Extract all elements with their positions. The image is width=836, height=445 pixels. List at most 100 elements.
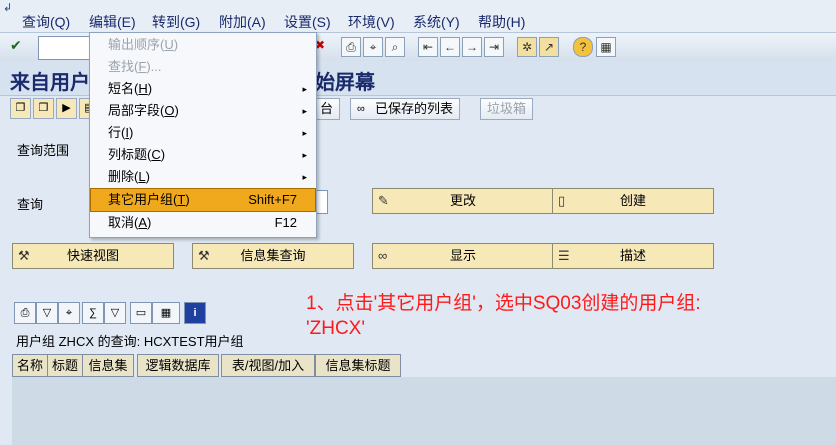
- saved-lists-label: 已保存的列表: [375, 101, 454, 116]
- submenu-arrow-icon: ▸: [302, 172, 307, 182]
- column-logical-db[interactable]: 逻辑数据库: [137, 354, 219, 377]
- menu-item-key: C: [151, 147, 161, 162]
- filter-set-icon[interactable]: ▽: [104, 302, 126, 324]
- menu-environment[interactable]: 环境(V): [348, 12, 395, 32]
- menu-help[interactable]: 帮助(H): [478, 12, 525, 32]
- menu-item-shortcut: F12: [274, 215, 297, 230]
- group-queries-text: 用户组 ZHCX 的查询: HCXTEST用户组: [16, 334, 244, 349]
- column-table-view-join[interactable]: 表/视图/加入: [221, 354, 315, 377]
- submenu-arrow-icon: ▸: [302, 106, 307, 116]
- find-icon[interactable]: ⌖: [363, 37, 383, 57]
- annotation-line-1: 1、点击'其它用户组'，选中SQ03创建的用户组:: [306, 293, 701, 314]
- menu-item-key: H: [138, 81, 148, 96]
- menu-item-label: 其它用户组: [108, 192, 174, 207]
- menu-goto[interactable]: 转到(G): [152, 12, 200, 32]
- enter-icon[interactable]: ✔: [10, 37, 22, 54]
- query-label: 查询: [17, 197, 44, 212]
- glasses-icon: ∞: [357, 103, 365, 115]
- menu-item-key: T: [177, 192, 186, 207]
- menu-extras[interactable]: 附加(A): [219, 12, 266, 32]
- background-button[interactable]: 台: [314, 98, 341, 120]
- menu-item-label: 取消: [108, 215, 135, 230]
- column-infoset-title[interactable]: 信息集标题: [315, 354, 401, 377]
- saved-lists-button[interactable]: ∞ 已保存的列表: [350, 98, 461, 120]
- display-label: 显示: [449, 248, 476, 263]
- menu-item-row[interactable]: 行(I) ▸: [91, 122, 315, 144]
- view-icon[interactable]: ▭: [130, 302, 152, 324]
- column-name[interactable]: 名称: [12, 354, 48, 377]
- describe-label: 描述: [619, 248, 646, 263]
- command-field[interactable]: [38, 36, 94, 60]
- menu-item-find: 查找(F)...: [108, 59, 162, 74]
- help-icon[interactable]: ?: [573, 37, 593, 57]
- filter-icon[interactable]: ▽: [36, 302, 58, 324]
- sum-icon[interactable]: ∑: [82, 302, 104, 324]
- describe-button[interactable]: ☰ 描述: [552, 243, 714, 269]
- create-button[interactable]: ▯ 创建: [552, 188, 714, 214]
- menu-item-label: 输出顺序: [108, 37, 161, 52]
- shortcut-icon[interactable]: ↗: [539, 37, 559, 57]
- menu-query[interactable]: 查询(Q): [22, 12, 70, 32]
- window-icon[interactable]: ↲: [3, 1, 12, 14]
- quick-view-button[interactable]: ⚒ 快速视图: [12, 243, 174, 269]
- menu-item-label: 短名: [108, 81, 135, 96]
- next-page-icon[interactable]: →: [462, 37, 482, 57]
- menu-bar: ↲ 查询(Q) 编辑(E) 转到(G) 附加(A) 设置(S) 环境(V) 系统…: [0, 0, 836, 32]
- menu-item-label: 查找: [108, 59, 135, 74]
- prev-page-icon[interactable]: ←: [440, 37, 460, 57]
- list-toolbar: ⎙ ▽ ⌖ ∑ ▽ ▭ ▦ i: [12, 302, 262, 324]
- menu-item-key: A: [138, 215, 148, 230]
- menu-item-key: L: [138, 169, 146, 184]
- menu-item-other-user-group[interactable]: 其它用户组(T) Shift+F7: [90, 188, 316, 212]
- info-icon[interactable]: i: [184, 302, 206, 324]
- find-icon[interactable]: ⌖: [58, 302, 80, 324]
- last-page-icon[interactable]: ⇥: [484, 37, 504, 57]
- menu-edit[interactable]: 编辑(E): [89, 12, 136, 32]
- column-title[interactable]: 标题: [47, 354, 83, 377]
- infoset-query-button[interactable]: ⚒ 信息集查询: [192, 243, 354, 269]
- menu-item-label: 局部字段: [108, 103, 161, 118]
- menu-item-label: 删除: [108, 169, 135, 184]
- menu-system[interactable]: 系统(Y): [413, 12, 460, 32]
- layout-icon[interactable]: ▦: [152, 302, 180, 324]
- find-next-icon[interactable]: ⌕: [385, 37, 405, 57]
- menu-settings[interactable]: 设置(S): [284, 12, 331, 32]
- menu-item-output-order: 输出顺序(U): [108, 37, 179, 52]
- change-label: 更改: [449, 193, 476, 208]
- copy-icon[interactable]: ❒: [33, 98, 54, 119]
- page-title-suffix: 始屏幕: [315, 72, 375, 94]
- print-icon[interactable]: ⎙: [14, 302, 36, 324]
- menu-item-shortcut: Shift+F7: [248, 192, 297, 207]
- menu-item-ellipsis: ...: [150, 59, 162, 74]
- new-session-icon[interactable]: ✲: [517, 37, 537, 57]
- new-query-icon[interactable]: ❐: [10, 98, 31, 119]
- query-list-body[interactable]: [12, 377, 836, 445]
- menu-item-delete[interactable]: 删除(L) ▸: [91, 166, 315, 188]
- edit-menu-dropdown: 输出顺序(U) 查找(F)... 短名(H) ▸ 局部字段(O) ▸ 行(I) …: [89, 32, 317, 238]
- menu-item-label: 行: [108, 125, 122, 140]
- infoset-query-label: 信息集查询: [240, 248, 306, 263]
- menu-item-short-name[interactable]: 短名(H) ▸: [91, 78, 315, 100]
- trash-button[interactable]: 垃圾箱: [480, 98, 534, 120]
- menu-item-cancel[interactable]: 取消(A) F12: [91, 212, 315, 234]
- display-button[interactable]: ∞ 显示: [372, 243, 554, 269]
- menu-item-key: I: [125, 125, 129, 140]
- menu-item-local-fields[interactable]: 局部字段(O) ▸: [91, 100, 315, 122]
- submenu-arrow-icon: ▸: [302, 150, 307, 160]
- query-scope-label: 查询范围: [17, 143, 70, 158]
- menu-item-key: U: [164, 37, 174, 52]
- annotation-line-2: 'ZHCX': [306, 318, 365, 339]
- menu-item-label: 列标题: [108, 147, 148, 162]
- execute-icon[interactable]: ▶: [56, 98, 77, 119]
- submenu-arrow-icon: ▸: [302, 84, 307, 94]
- menu-item-key: O: [164, 103, 175, 118]
- create-label: 创建: [619, 193, 646, 208]
- column-infoset[interactable]: 信息集: [82, 354, 134, 377]
- change-button[interactable]: ✎ 更改: [372, 188, 554, 214]
- first-page-icon[interactable]: ⇤: [418, 37, 438, 57]
- menu-item-column-title[interactable]: 列标题(C) ▸: [91, 144, 315, 166]
- layout-icon[interactable]: ▦: [596, 37, 616, 57]
- quick-view-label: 快速视图: [66, 248, 119, 263]
- submenu-arrow-icon: ▸: [302, 128, 307, 138]
- print-icon[interactable]: ⎙: [341, 37, 361, 57]
